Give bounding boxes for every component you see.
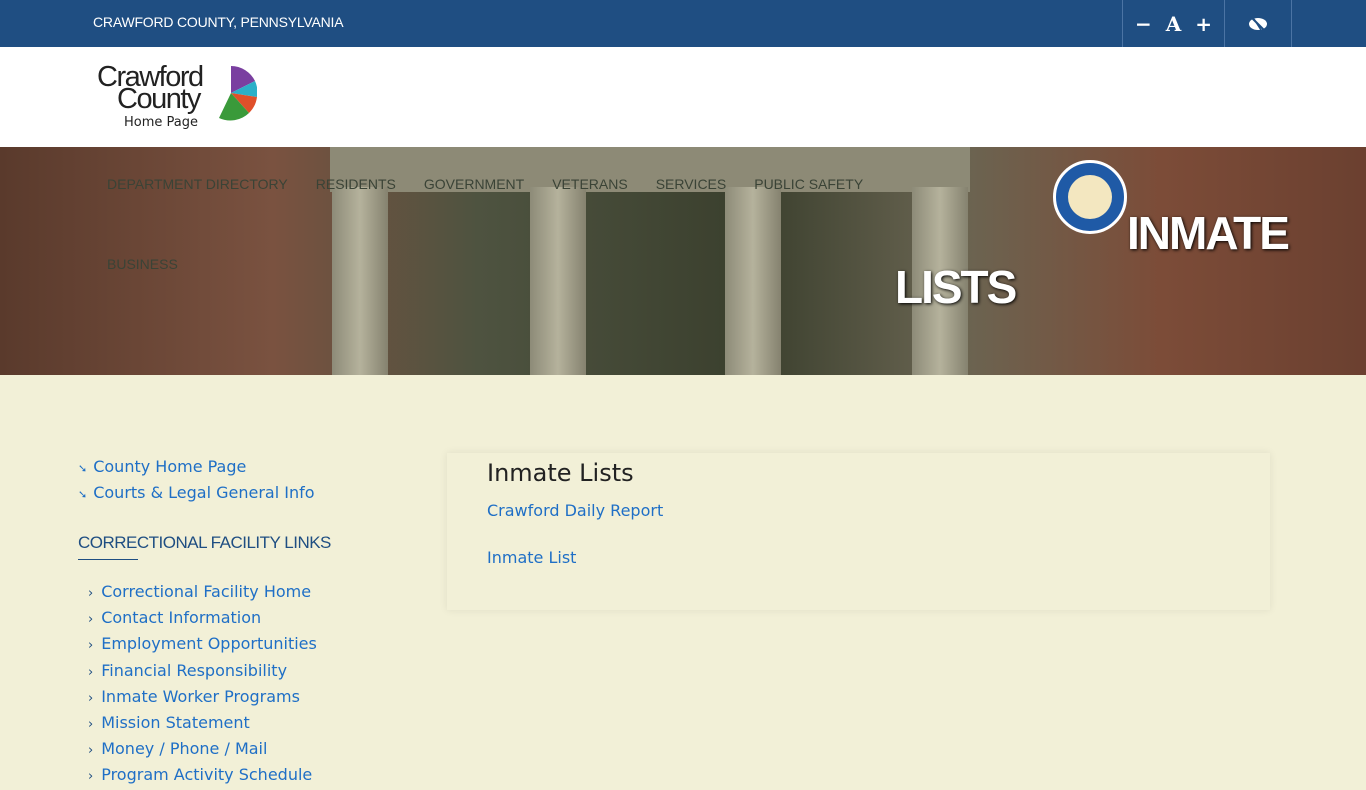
chevron-right-icon: ›	[88, 638, 94, 654]
chevron-right-icon: ›	[88, 717, 94, 733]
sidebar-item[interactable]: › Contact Information	[88, 606, 331, 632]
sidebar-item[interactable]: › Program Activity Schedule	[88, 763, 331, 789]
crawford-daily-report-link[interactable]: Crawford Daily Report	[487, 501, 1230, 520]
nav-government[interactable]: GOVERNMENT	[424, 176, 524, 192]
sidebar-item[interactable]: › Financial Responsibility	[88, 659, 331, 685]
content-card: Inmate Lists Crawford Daily Report Inmat…	[447, 453, 1270, 610]
link-label: Correctional Facility Home	[101, 582, 312, 601]
hero-banner: DEPARTMENT DIRECTORY RESIDENTS GOVERNMEN…	[0, 147, 1366, 375]
content-title: Inmate Lists	[487, 459, 634, 487]
sidebar-item[interactable]: › Money / Phone / Mail	[88, 737, 331, 763]
logo-home-label: Home Page	[124, 115, 198, 130]
chevron-right-icon: ›	[88, 612, 94, 628]
sidebar-item[interactable]: › Employment Opportunities	[88, 632, 331, 658]
decrease-font-icon[interactable]: −	[1135, 12, 1152, 36]
link-label: Mission Statement	[101, 713, 250, 733]
sidebar-item[interactable]: › Inmate Worker Programs	[88, 685, 331, 711]
accessibility-tools: − A +	[1122, 0, 1293, 47]
chevron-right-icon: ›	[88, 664, 94, 680]
nav-residents[interactable]: RESIDENTS	[316, 176, 396, 192]
inmate-list-link[interactable]: Inmate List	[487, 548, 1230, 567]
county-name: CRAWFORD COUNTY, PENNSYLVANIA	[93, 14, 344, 30]
logo-text: County	[117, 83, 201, 115]
nav-services[interactable]: SERVICES	[656, 176, 727, 192]
logo-pie-icon	[219, 66, 257, 121]
link-label: Financial Responsibility	[101, 660, 288, 680]
column	[332, 187, 388, 375]
link-label: Courts & Legal General Info	[93, 483, 315, 502]
page-title: INMATE	[1127, 207, 1290, 259]
sidebar: ➘ County Home Page ➘ Courts & Legal Genera…	[78, 455, 331, 790]
sidebar-item[interactable]: › Mission Statement	[88, 711, 331, 737]
sidebar-link-courts[interactable]: ➘ Courts & Legal General Info	[78, 481, 331, 507]
divider	[78, 559, 138, 560]
county-logo[interactable]: Crawford County Home Page	[97, 63, 262, 133]
link-label: Contact Information	[101, 608, 262, 628]
main-nav: DEPARTMENT DIRECTORY RESIDENTS GOVERNMEN…	[107, 176, 863, 192]
increase-font-icon[interactable]: +	[1195, 12, 1212, 36]
link-label: Money / Phone / Mail	[101, 739, 268, 759]
nav-public-safety[interactable]: PUBLIC SAFETY	[754, 176, 863, 192]
link-label: County Home Page	[93, 457, 247, 476]
nav-department-directory[interactable]: DEPARTMENT DIRECTORY	[107, 176, 288, 192]
nav-veterans[interactable]: VETERANS	[552, 176, 627, 192]
top-bar: CRAWFORD COUNTY, PENNSYLVANIA − A +	[0, 0, 1366, 47]
link-label: Inmate Worker Programs	[101, 686, 300, 706]
column	[530, 187, 586, 375]
column	[725, 187, 781, 375]
chevron-right-icon: ›	[88, 586, 94, 601]
arrow-icon: ➘	[78, 488, 88, 501]
chevron-right-icon: ›	[88, 743, 94, 759]
county-seal	[1053, 160, 1127, 234]
sidebar-link-county-home[interactable]: ➘ County Home Page	[78, 455, 331, 481]
arrow-icon: ➘	[78, 462, 88, 475]
page-title-line2: LISTS	[895, 261, 1017, 313]
sidebar-item[interactable]: › Correctional Facility Home	[88, 580, 331, 606]
nav-business[interactable]: BUSINESS	[107, 256, 178, 272]
sidebar-heading: CORRECTIONAL FACILITY LINKS	[78, 533, 331, 552]
chevron-right-icon: ›	[88, 690, 94, 706]
header: Crawford County Home Page	[0, 47, 1366, 147]
contrast-toggle-icon[interactable]	[1247, 15, 1269, 33]
link-label: Program Activity Schedule	[101, 765, 313, 785]
link-label: Employment Opportunities	[101, 634, 317, 654]
chevron-right-icon: ›	[88, 769, 94, 785]
font-size-icon[interactable]: A	[1166, 12, 1182, 36]
